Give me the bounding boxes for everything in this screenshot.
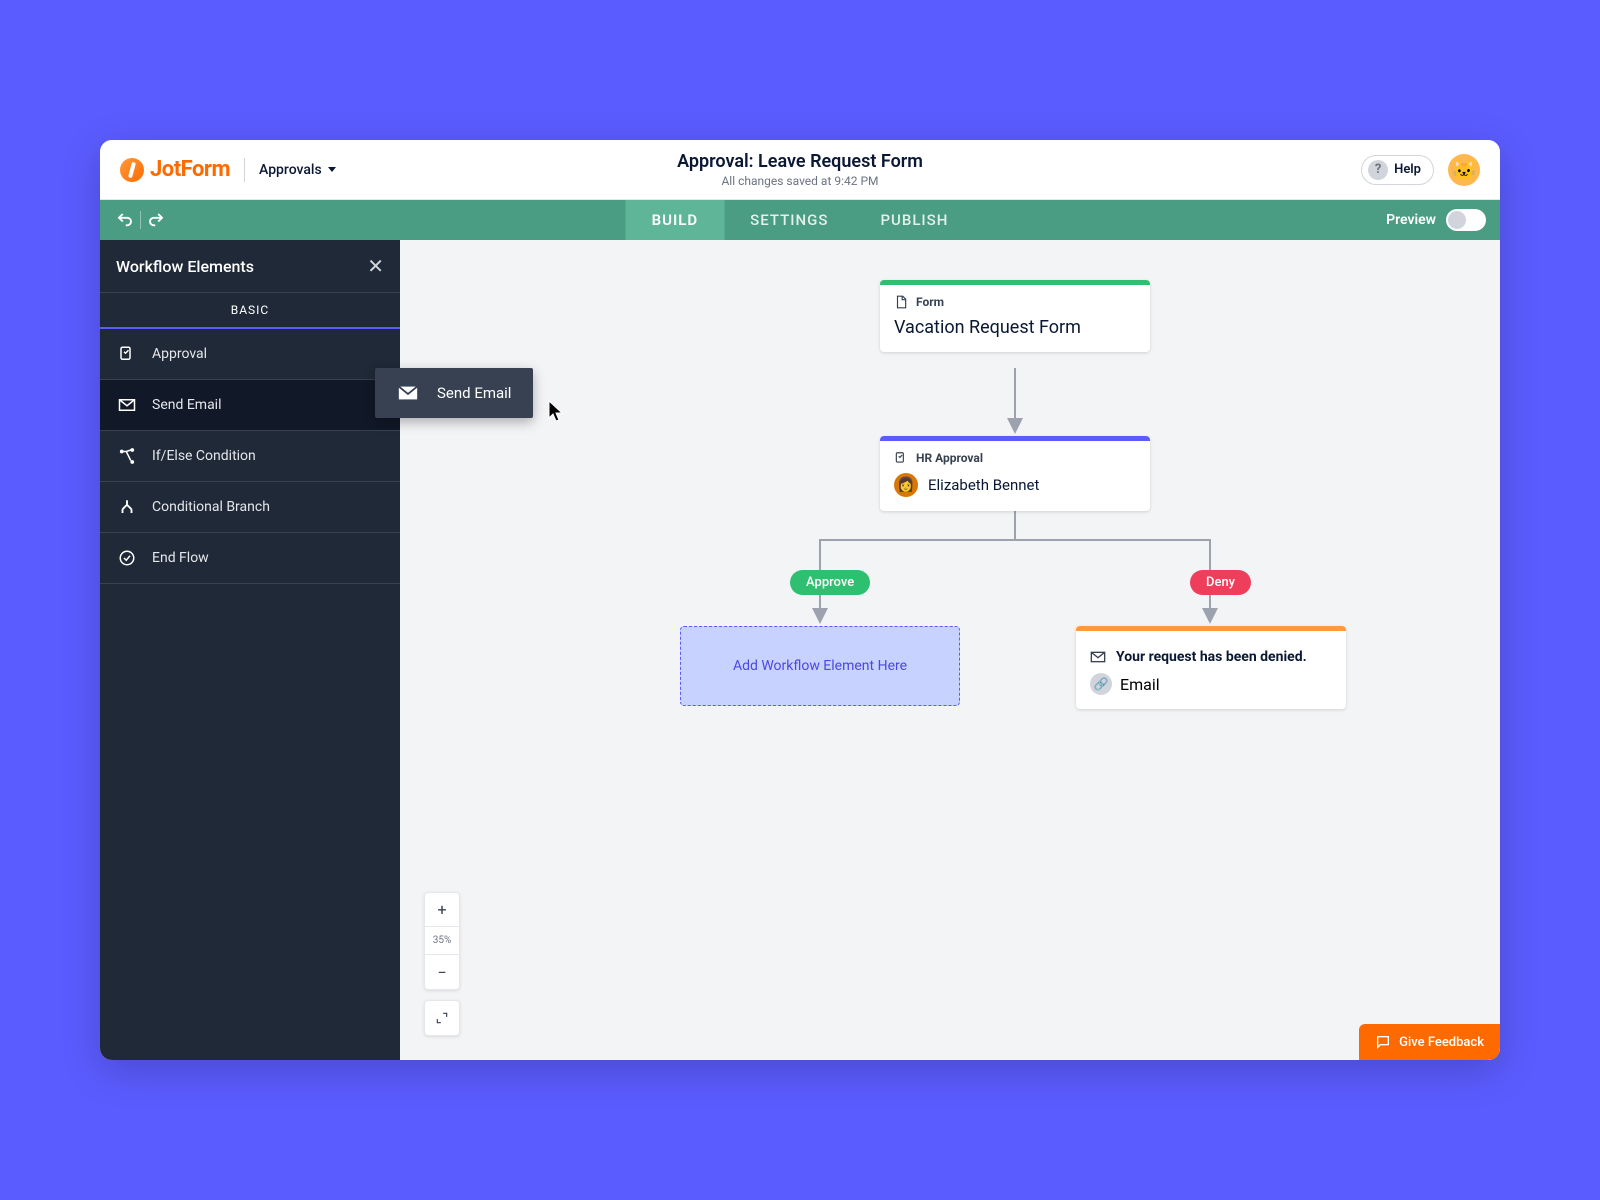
redo-button[interactable] [141, 205, 171, 235]
element-conditional-branch[interactable]: Conditional Branch [100, 482, 400, 533]
app-window: JotForm Approvals Approval: Leave Reques… [100, 140, 1500, 1060]
file-icon [894, 295, 908, 309]
node-title: Vacation Request Form [894, 317, 1136, 338]
chevron-down-icon [328, 167, 336, 172]
split-icon [116, 496, 138, 518]
node-deny-email[interactable]: Your request has been denied. 🔗 Email [1076, 626, 1346, 709]
sidebar-title: Workflow Elements [116, 257, 254, 276]
close-sidebar-button[interactable]: ✕ [367, 254, 384, 278]
element-approval[interactable]: Approval [100, 329, 400, 380]
drag-ghost-send-email[interactable]: Send Email [375, 368, 533, 418]
element-label: Send Email [152, 397, 222, 413]
workflow-canvas[interactable]: Form Vacation Request Form HR Approval 👩… [400, 240, 1500, 1060]
save-status: All changes saved at 9:42 PM [677, 174, 923, 188]
sidebar: Workflow Elements ✕ BASIC Approval Send [100, 240, 400, 1060]
approver-avatar: 👩 [894, 473, 918, 497]
element-end-flow[interactable]: End Flow [100, 533, 400, 584]
help-label: Help [1394, 162, 1421, 177]
dropzone-add-element[interactable]: Add Workflow Element Here [680, 626, 960, 706]
element-label: If/Else Condition [152, 448, 256, 464]
tab-publish[interactable]: PUBLISH [854, 200, 974, 240]
element-label: End Flow [152, 550, 209, 566]
cursor-icon [548, 400, 566, 427]
vertical-divider [244, 158, 245, 182]
chip-label: Email [1120, 675, 1160, 694]
link-icon: 🔗 [1090, 673, 1112, 695]
logo-text: JotForm [150, 157, 230, 182]
approval-icon [116, 343, 138, 365]
chat-icon [1375, 1034, 1391, 1050]
approve-pill[interactable]: Approve [790, 570, 870, 595]
zoom-level: 35% [425, 927, 459, 955]
deny-pill[interactable]: Deny [1190, 570, 1251, 595]
mail-icon [1090, 649, 1106, 665]
element-label: Conditional Branch [152, 499, 270, 515]
sidebar-tab-basic[interactable]: BASIC [100, 293, 400, 329]
approver-name: Elizabeth Bennet [928, 476, 1039, 494]
zoom-in-button[interactable]: + [425, 893, 459, 927]
node-form[interactable]: Form Vacation Request Form [880, 280, 1150, 352]
undo-button[interactable] [110, 205, 140, 235]
drag-ghost-label: Send Email [437, 384, 511, 402]
zoom-controls: + 35% − [424, 892, 460, 990]
help-button[interactable]: ? Help [1361, 155, 1434, 185]
node-hr-approval[interactable]: HR Approval 👩 Elizabeth Bennet [880, 436, 1150, 511]
zoom-out-button[interactable]: − [425, 955, 459, 989]
branch-icon [116, 445, 138, 467]
node-title: Your request has been denied. [1116, 649, 1307, 665]
fullscreen-button[interactable] [424, 1000, 460, 1036]
element-send-email[interactable]: Send Email [100, 380, 400, 431]
dropdown-label: Approvals [259, 162, 322, 178]
approval-icon [894, 451, 908, 465]
logo-icon [120, 158, 144, 182]
preview-label: Preview [1386, 212, 1436, 228]
mail-icon [397, 382, 419, 404]
toolbar: BUILD SETTINGS PUBLISH Preview [100, 200, 1500, 240]
dropzone-text: Add Workflow Element Here [733, 658, 907, 674]
user-avatar[interactable]: 🐱 [1448, 154, 1480, 186]
node-type-label: Form [916, 295, 944, 309]
header-bar: JotForm Approvals Approval: Leave Reques… [100, 140, 1500, 200]
element-label: Approval [152, 346, 207, 362]
mail-icon [116, 394, 138, 416]
tab-build[interactable]: BUILD [626, 200, 725, 240]
node-type-label: HR Approval [916, 451, 983, 465]
approvals-dropdown[interactable]: Approvals [259, 162, 336, 178]
element-if-else[interactable]: If/Else Condition [100, 431, 400, 482]
question-icon: ? [1368, 160, 1388, 180]
preview-toggle[interactable] [1446, 209, 1486, 231]
feedback-label: Give Feedback [1399, 1035, 1484, 1050]
check-circle-icon [116, 547, 138, 569]
tab-settings[interactable]: SETTINGS [724, 200, 854, 240]
page-title: Approval: Leave Request Form [677, 151, 923, 172]
give-feedback-button[interactable]: Give Feedback [1359, 1024, 1500, 1060]
expand-icon [435, 1011, 449, 1025]
